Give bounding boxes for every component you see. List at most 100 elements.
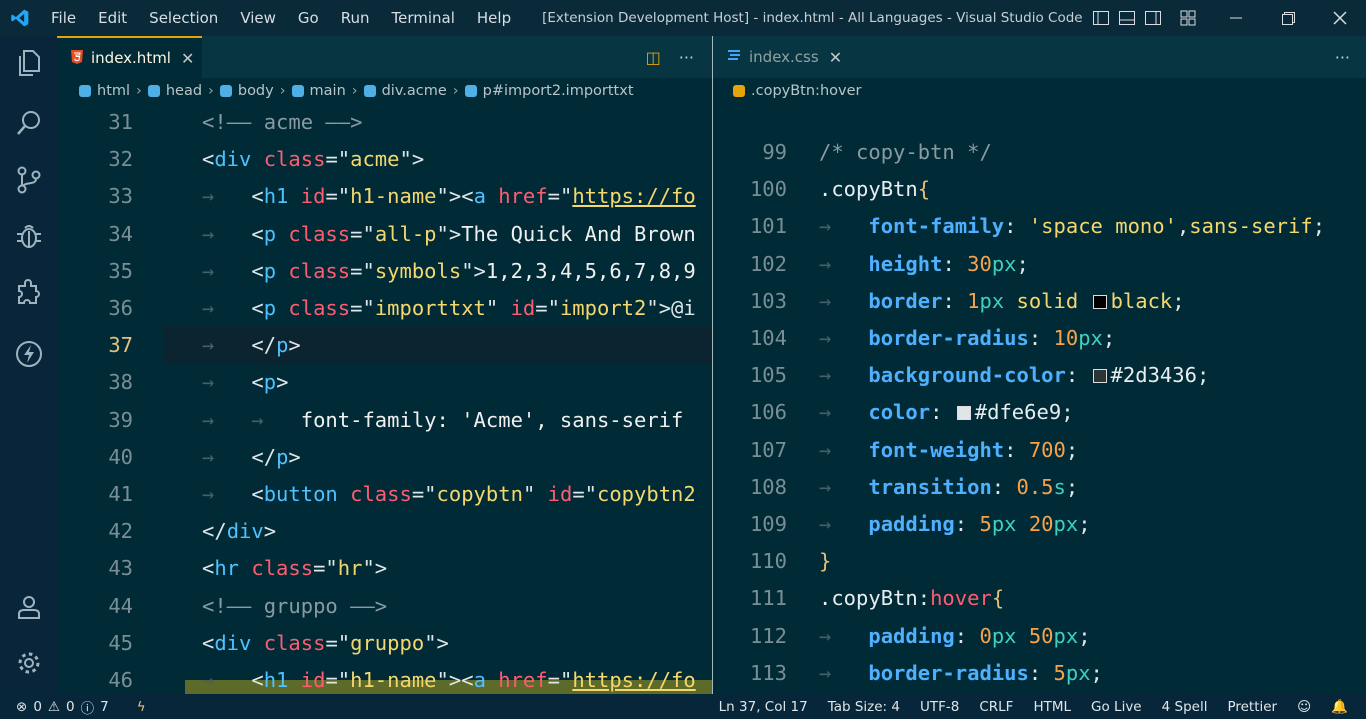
code-token: hover [930,586,992,611]
color-swatch[interactable] [1092,369,1107,384]
code-token: ">@i [646,296,696,320]
source-control-icon[interactable] [0,156,57,204]
code-token: p [276,333,289,358]
code-token: ; [1090,660,1103,685]
more-actions-icon[interactable]: ··· [1335,48,1350,67]
breadcrumb-item[interactable]: head [147,83,202,99]
code-editor-html[interactable]: 31 <!—— acme ——> 32 <div class="acme"> 33 → <… [57,104,712,694]
code-text: → <button class="copybtn" id="copybtn2 [202,476,696,513]
breadcrumb-item[interactable]: html [79,83,130,99]
live-share-icon[interactable] [0,330,57,378]
close-tab-icon[interactable]: ✕ [181,49,194,68]
status-item-utf-8[interactable]: UTF-8 [910,699,969,715]
code-line: 102 → height: 30px; [713,246,1366,283]
breadcrumb-item[interactable]: .copyBtn:hover [733,83,861,99]
code-token: https://fo [572,668,696,692]
breadcrumb-item[interactable]: div.acme [363,83,447,99]
menu-edit[interactable]: Edit [87,0,138,36]
code-token: font-weight [868,437,1005,462]
breadcrumb-item[interactable]: p#import2.importtxt [464,83,634,99]
status-item-prettier[interactable]: Prettier [1217,699,1287,715]
status-item-4-spell[interactable]: 4 Spell [1152,699,1218,715]
code-token: p [276,444,289,469]
notifications-bell-icon[interactable]: 🔔 [1321,699,1366,715]
code-token: { [991,586,1005,611]
menu-bar: File Edit Selection View Go Run Terminal Help [40,0,522,36]
code-line: 107 → font-weight: 700; [713,432,1366,469]
customize-layout-icon[interactable] [1166,0,1210,36]
code-token: < [251,668,264,692]
element-icon [219,85,232,97]
toggle-panel-icon[interactable] [1114,0,1140,36]
code-token: solid [1016,288,1079,313]
code-token: font-family: 'Acme', sans-serif [300,407,684,432]
line-number: 107 [749,437,787,462]
element-icon [363,85,376,97]
line-number: 41 [108,482,133,506]
toggle-primary-sidebar-icon[interactable] [1088,0,1114,36]
toggle-secondary-sidebar-icon[interactable] [1140,0,1166,36]
split-editor-icon[interactable]: ◫ [646,48,661,67]
line-number: 100 [749,177,787,202]
menu-file[interactable]: File [40,0,87,36]
errors-icon[interactable]: ⊗ [16,699,27,715]
menu-view[interactable]: View [229,0,287,36]
code-editor-css[interactable]: 99/* copy-btn */100 .copyBtn{101 → font-fa… [713,134,1366,694]
status-item-ln-37-col-17[interactable]: Ln 37, Col 17 [709,699,818,715]
code-token: → [819,623,869,648]
code-token: → [819,251,869,276]
feedback-icon[interactable]: ☺ [1287,699,1321,715]
status-item-tab-size-4[interactable]: Tab Size: 4 [818,699,910,715]
code-line: 36 → <p class="importtxt" id="import2">@i [57,290,712,327]
minimize-window-icon[interactable] [1210,0,1262,36]
info-icon[interactable]: ⓘ [81,697,95,717]
account-icon[interactable] [0,583,57,631]
status-item-html[interactable]: HTML [1023,699,1081,715]
code-token: : [942,251,968,276]
menu-selection[interactable]: Selection [138,0,229,36]
menu-go[interactable]: Go [287,0,330,36]
breadcrumb-item[interactable]: main [291,83,346,99]
code-text: → height: 30px; [819,246,1029,283]
explorer-icon[interactable] [0,39,57,87]
menu-terminal[interactable]: Terminal [381,0,466,36]
code-text: → → font-family: 'Acme', sans-serif [202,402,683,439]
line-number: 32 [108,147,133,172]
breadcrumb-separator-icon: › [279,83,286,99]
info-count[interactable]: 7 [100,699,109,715]
tab-index-html[interactable]: index.html ✕ [57,36,202,78]
code-line: 37 → </p> [57,327,712,364]
color-swatch[interactable] [1092,294,1107,309]
status-item-go-live[interactable]: Go Live [1081,699,1152,715]
lightning-icon[interactable]: ϟ [137,699,146,715]
tab-index-css[interactable]: index.css ✕ [713,36,855,78]
code-token: class [263,630,326,655]
extensions-icon[interactable] [0,269,57,317]
status-item-crlf[interactable]: CRLF [969,699,1023,715]
close-tab-icon[interactable]: ✕ [829,48,842,67]
close-window-icon[interactable] [1314,0,1366,36]
color-swatch[interactable] [956,406,971,421]
search-icon[interactable] [0,99,57,147]
code-line: 40 → </p> [57,439,712,476]
editor-group-left: index.html ✕ ◫ ··· html › head › body › main › d… [57,36,712,694]
line-number: 33 [108,184,133,209]
breadcrumb-item[interactable]: body [219,83,274,99]
menu-help[interactable]: Help [466,0,522,36]
more-actions-icon[interactable]: ··· [679,48,694,67]
code-token: =" [350,296,375,320]
activity-bar [0,36,57,694]
warnings-icon[interactable]: ⚠ [48,699,60,715]
debug-icon[interactable] [0,212,57,260]
errors-count[interactable]: 0 [33,699,42,715]
menu-run[interactable]: Run [330,0,381,36]
line-number: 39 [108,407,133,432]
warnings-count[interactable]: 0 [66,699,75,715]
code-token: ; [1078,512,1091,536]
restore-window-icon[interactable] [1262,0,1314,36]
code-token: : [930,400,955,425]
settings-gear-icon[interactable] [0,639,57,687]
line-number: 36 [108,296,133,320]
